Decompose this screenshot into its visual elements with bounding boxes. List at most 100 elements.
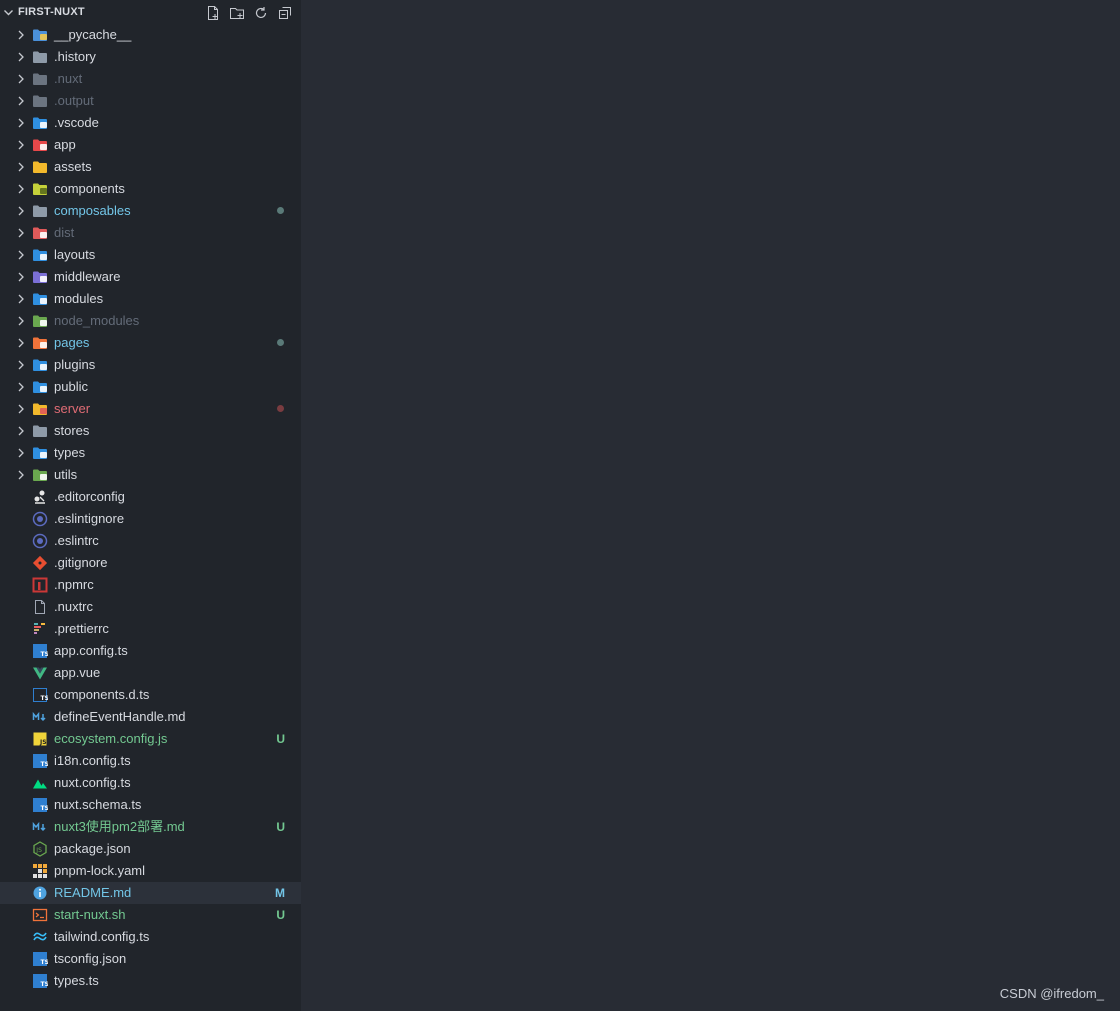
file-row[interactable]: start-nuxt.sh U <box>0 904 301 926</box>
layouts-folder-icon <box>32 247 48 263</box>
folder-row[interactable]: server <box>0 398 301 420</box>
folder-row[interactable]: stores <box>0 420 301 442</box>
folder-row[interactable]: __pycache__ <box>0 24 301 46</box>
file-row[interactable]: .nuxtrc <box>0 596 301 618</box>
chevron-right-icon[interactable] <box>15 205 27 217</box>
git-status-dot <box>277 339 284 346</box>
folder-row[interactable]: assets <box>0 156 301 178</box>
tree-item-label: nuxt3使用pm2部署.md <box>54 819 185 834</box>
tree-item-label: composables <box>54 203 131 218</box>
file-row[interactable]: TS app.config.ts <box>0 640 301 662</box>
folder-row[interactable]: .history <box>0 46 301 68</box>
folder-row[interactable]: composables <box>0 200 301 222</box>
file-row[interactable]: TS types.ts <box>0 970 301 992</box>
folder-row[interactable]: public <box>0 376 301 398</box>
file-row[interactable]: JS package.json <box>0 838 301 860</box>
folder-row[interactable]: plugins <box>0 354 301 376</box>
chevron-right-icon[interactable] <box>15 337 27 349</box>
tree-item-label: start-nuxt.sh <box>54 907 126 922</box>
tree-item-label: pnpm-lock.yaml <box>54 863 146 878</box>
tree-item-label: app.vue <box>54 665 101 680</box>
tsconfig-icon: TS <box>32 951 49 967</box>
folder-row[interactable]: dist <box>0 222 301 244</box>
nuxt-icon <box>32 775 48 791</box>
chevron-right-icon[interactable] <box>15 315 27 327</box>
svg-text:TS: TS <box>41 761 49 768</box>
folder-row[interactable]: app <box>0 134 301 156</box>
chevron-right-icon[interactable] <box>15 293 27 305</box>
refresh-icon[interactable] <box>252 4 270 22</box>
app-folder-icon <box>32 137 48 153</box>
chevron-right-icon[interactable] <box>15 249 27 261</box>
tree-item-label: .nuxtrc <box>54 599 94 614</box>
chevron-right-icon[interactable] <box>15 271 27 283</box>
chevron-right-icon[interactable] <box>15 425 27 437</box>
chevron-right-icon[interactable] <box>15 469 27 481</box>
tree-item-label: .gitignore <box>54 555 108 570</box>
tree-item-label: .npmrc <box>54 577 94 592</box>
tree-item-label: package.json <box>54 841 131 856</box>
folder-row[interactable]: node_modules <box>0 310 301 332</box>
chevron-down-icon[interactable] <box>3 7 14 18</box>
collapse-all-icon[interactable] <box>276 4 294 22</box>
svg-text:TS: TS <box>41 695 49 702</box>
file-row[interactable]: app.vue <box>0 662 301 684</box>
folder-row[interactable]: middleware <box>0 266 301 288</box>
file-row[interactable]: tailwind.config.ts <box>0 926 301 948</box>
file-row[interactable]: .editorconfig <box>0 486 301 508</box>
tree-item-label: nuxt.schema.ts <box>54 797 142 812</box>
folder-row[interactable]: types <box>0 442 301 464</box>
file-row[interactable]: pnpm-lock.yaml <box>0 860 301 882</box>
chevron-right-icon[interactable] <box>15 447 27 459</box>
svg-text:TS: TS <box>41 651 49 658</box>
file-row[interactable]: TS components.d.ts <box>0 684 301 706</box>
chevron-right-icon[interactable] <box>15 359 27 371</box>
new-folder-icon[interactable] <box>228 4 246 22</box>
tree-item-label: types <box>54 445 86 460</box>
file-row[interactable]: TS nuxt.schema.ts <box>0 794 301 816</box>
new-file-icon[interactable] <box>204 4 222 22</box>
tree-item-label: .editorconfig <box>54 489 125 504</box>
file-tree: __pycache__ .history .nuxt .output .vscode ap… <box>0 24 301 992</box>
folder-row[interactable]: .nuxt <box>0 68 301 90</box>
file-row[interactable]: .gitignore <box>0 552 301 574</box>
chevron-right-icon[interactable] <box>15 95 27 107</box>
file-row[interactable]: README.md M <box>0 882 301 904</box>
file-row[interactable]: .npmrc <box>0 574 301 596</box>
file-row[interactable]: TS i18n.config.ts <box>0 750 301 772</box>
tree-item-label: public <box>54 379 88 394</box>
chevron-right-icon[interactable] <box>15 183 27 195</box>
file-row[interactable]: TS tsconfig.json <box>0 948 301 970</box>
git-status-badge: M <box>275 886 285 900</box>
chevron-right-icon[interactable] <box>15 117 27 129</box>
chevron-right-icon[interactable] <box>15 161 27 173</box>
file-row[interactable]: .eslintrc <box>0 530 301 552</box>
folder-row[interactable]: modules <box>0 288 301 310</box>
folder-row[interactable]: pages <box>0 332 301 354</box>
file-row[interactable]: nuxt.config.ts <box>0 772 301 794</box>
folder-row[interactable]: .output <box>0 90 301 112</box>
chevron-right-icon[interactable] <box>15 381 27 393</box>
folder-icon <box>32 93 48 109</box>
folder-row[interactable]: .vscode <box>0 112 301 134</box>
git-status-badge: U <box>276 908 285 922</box>
file-row[interactable]: .prettierrc <box>0 618 301 640</box>
folder-row[interactable]: utils <box>0 464 301 486</box>
assets-folder-icon <box>32 159 48 175</box>
file-row[interactable]: defineEventHandle.md <box>0 706 301 728</box>
explorer-section-header[interactable]: FIRST-NUXT <box>0 0 301 24</box>
chevron-right-icon[interactable] <box>15 139 27 151</box>
chevron-right-icon[interactable] <box>15 227 27 239</box>
chevron-right-icon[interactable] <box>15 403 27 415</box>
file-row[interactable]: .eslintignore <box>0 508 301 530</box>
chevron-right-icon[interactable] <box>15 29 27 41</box>
folder-row[interactable]: components <box>0 178 301 200</box>
file-row[interactable]: JS ecosystem.config.js U <box>0 728 301 750</box>
tree-item-label: pages <box>54 335 90 350</box>
folder-row[interactable]: layouts <box>0 244 301 266</box>
vscode-folder-icon <box>32 115 48 131</box>
chevron-right-icon[interactable] <box>15 51 27 63</box>
file-row[interactable]: nuxt3使用pm2部署.md U <box>0 816 301 838</box>
chevron-right-icon[interactable] <box>15 73 27 85</box>
pnpm-icon <box>32 863 48 879</box>
